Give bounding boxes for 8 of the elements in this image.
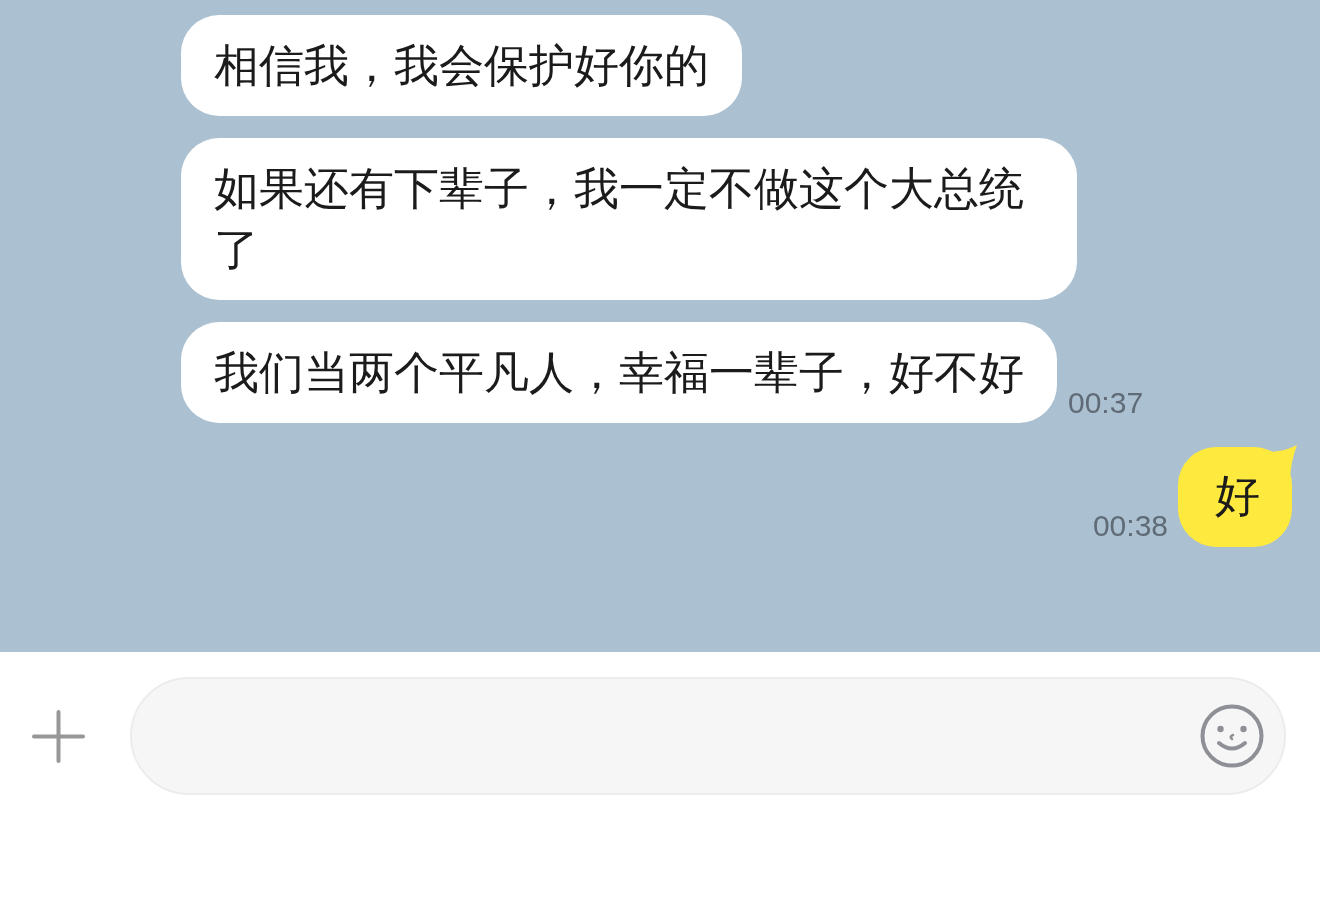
message-time: 00:37 bbox=[1068, 386, 1144, 420]
message-bubble: 好 bbox=[1178, 445, 1297, 547]
message-bubble: 如果还有下辈子，我一定不做这个大总统了 bbox=[181, 138, 1077, 300]
message-time: 00:38 bbox=[1092, 509, 1168, 543]
message-bubble: 相信我，我会保护好你的 bbox=[181, 15, 742, 116]
message-bubble: 我们当两个平凡人，幸福一辈子，好不好 bbox=[181, 322, 1057, 423]
plus-icon[interactable] bbox=[32, 709, 85, 763]
smiley-icon[interactable] bbox=[1200, 704, 1264, 768]
